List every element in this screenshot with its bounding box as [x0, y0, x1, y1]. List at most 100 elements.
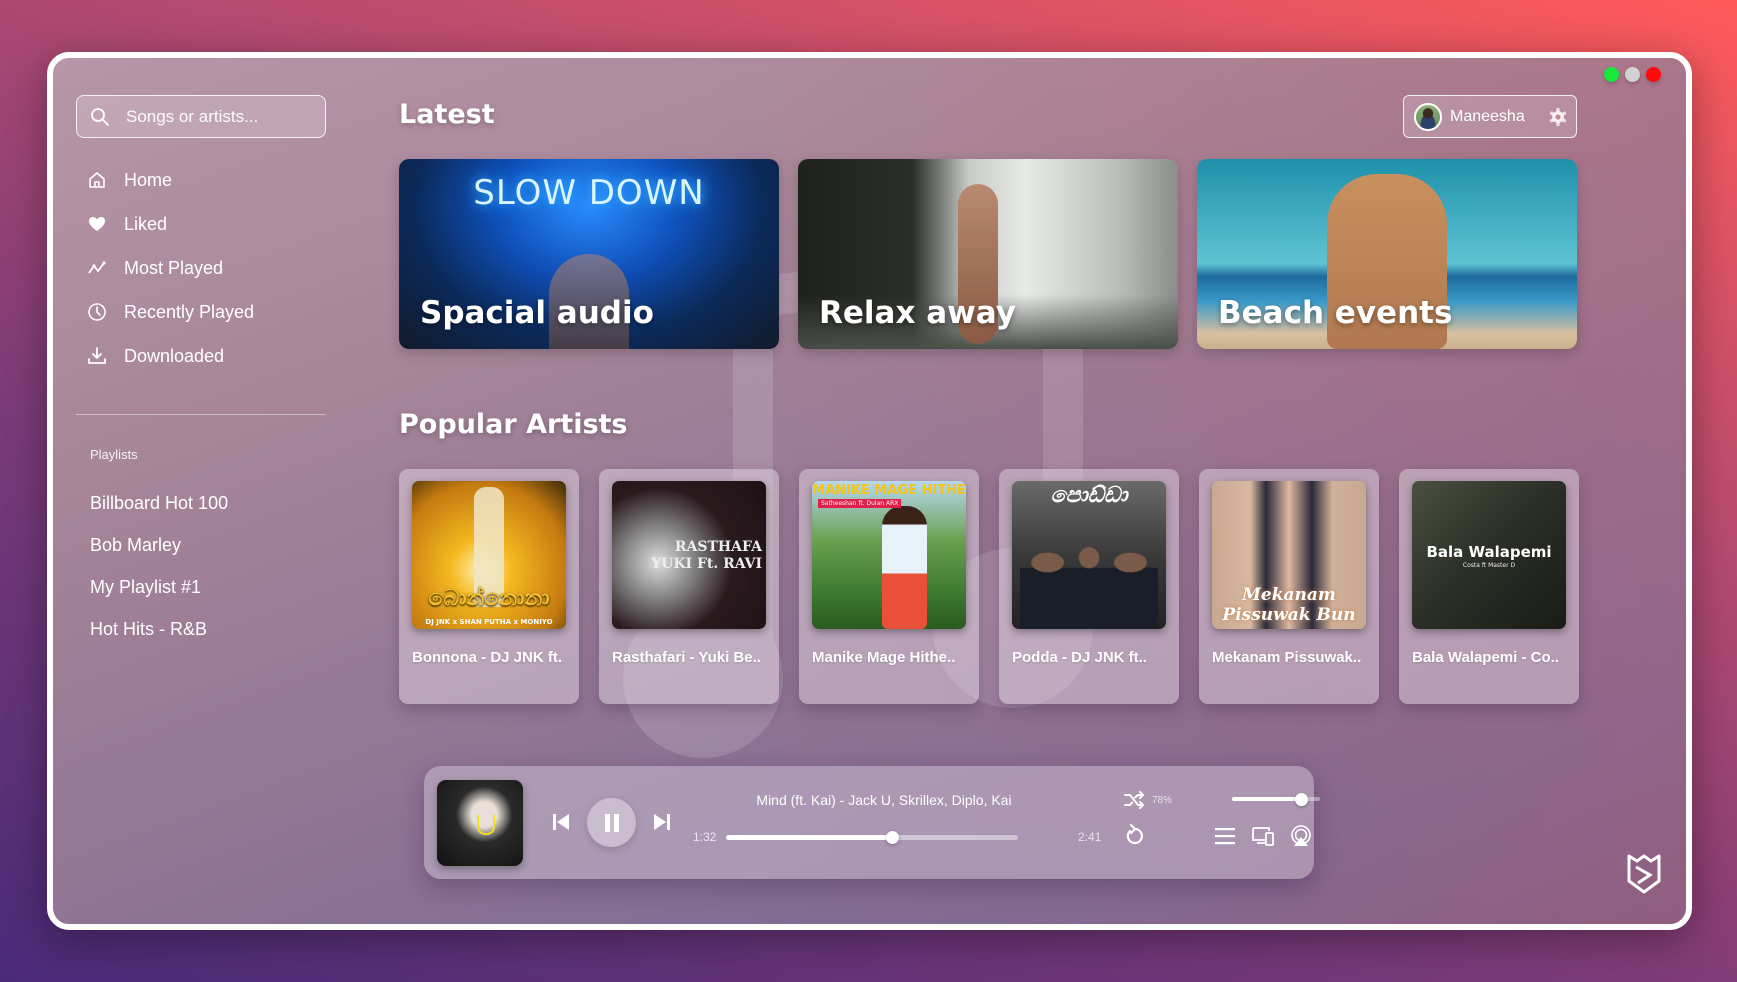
playlist-item[interactable]: Hot Hits - R&B [90, 608, 228, 650]
featured-card-title: Beach events [1218, 295, 1453, 331]
seek-progress [726, 835, 893, 840]
gear-icon[interactable] [1548, 107, 1568, 127]
airplay-button[interactable] [1290, 824, 1312, 848]
user-menu[interactable]: Maneesha [1403, 95, 1577, 138]
repeat-button[interactable] [1124, 823, 1146, 847]
brand-logo-icon [1627, 854, 1661, 894]
sidebar-item-recently-played[interactable]: Recently Played [87, 290, 254, 334]
now-playing-cover [437, 780, 523, 866]
latest-row: SLOW DOWN Spacial audio Relax away Beach… [399, 159, 1577, 349]
queue-button[interactable] [1213, 826, 1237, 846]
pause-icon [604, 813, 619, 832]
artist-card[interactable]: Bala Walapemi Costa ft Master D Bala Wal… [1399, 469, 1579, 704]
repeat-icon [1126, 824, 1143, 845]
search-input[interactable] [126, 106, 306, 127]
close-button[interactable] [1646, 67, 1661, 82]
sidebar-item-home[interactable]: Home [87, 158, 254, 202]
cover-subtext: DJ JNK x SHAN PUTHA x MONIYO [425, 618, 553, 626]
artist-card-title: Bonnona - DJ JNK ft. [412, 649, 562, 666]
cover-subtext: Costa ft Master D [1462, 562, 1516, 569]
search-icon [91, 107, 109, 126]
sidebar-item-most-played[interactable]: Most Played [87, 246, 254, 290]
playlists-header: Playlists [90, 447, 138, 462]
playlist-item[interactable]: Billboard Hot 100 [90, 482, 228, 524]
artist-card-title: Podda - DJ JNK ft.. [1012, 649, 1148, 666]
trending-icon [88, 261, 106, 274]
artist-card[interactable]: පොඩ්ඩා Podda - DJ JNK ft.. [999, 469, 1179, 704]
minimize-button[interactable] [1625, 67, 1640, 82]
popular-artists-heading: Popular Artists [399, 409, 628, 440]
now-playing-title: Mind (ft. Kai) - Jack U, Skrillex, Diplo… [756, 792, 1012, 808]
playlist-item[interactable]: Bob Marley [90, 524, 228, 566]
seek-handle[interactable] [886, 831, 900, 844]
total-time: 2:41 [1078, 830, 1102, 844]
album-cover: පොඩ්ඩා [1012, 481, 1166, 629]
card-art-text: SLOW DOWN [473, 173, 705, 213]
devices-icon [1252, 827, 1274, 846]
nav-label: Recently Played [124, 301, 255, 322]
search-box[interactable] [76, 95, 326, 138]
sidebar-nav: Home Liked Most Played Recently Played D… [87, 158, 254, 378]
previous-button[interactable] [550, 810, 572, 834]
seek-slider[interactable] [726, 831, 1018, 844]
avatar [1414, 102, 1442, 131]
album-cover: MANIKE MAGE HITHE Satheeshan ft. Dulan A… [812, 481, 966, 629]
volume-level [1232, 797, 1301, 801]
sidebar-item-downloaded[interactable]: Downloaded [87, 334, 254, 378]
cover-art [1020, 534, 1158, 629]
sidebar-item-liked[interactable]: Liked [87, 202, 254, 246]
featured-card[interactable]: Relax away [798, 159, 1178, 349]
next-button[interactable] [651, 810, 673, 834]
download-icon [88, 347, 106, 364]
artist-card-title: Mekanam Pissuwak.. [1212, 649, 1362, 666]
album-cover: RASTHAFA YUKI Ft. RAVI [612, 481, 766, 629]
cover-subtext: Satheeshan ft. Dulan ARX [818, 499, 902, 508]
user-name: Maneesha [1450, 107, 1525, 125]
heart-icon [89, 217, 105, 231]
nav-label: Liked [124, 213, 168, 234]
cover-text: Mekanam Pissuwak Bun [1222, 585, 1356, 625]
latest-heading: Latest [399, 99, 495, 130]
artist-card[interactable]: RASTHAFA YUKI Ft. RAVI Rasthafari - Yuki… [599, 469, 779, 704]
artist-card-title: Bala Walapemi - Co.. [1412, 649, 1559, 666]
artist-card[interactable]: බොන්නොනා DJ JNK x SHAN PUTHA x MONIYO Bo… [399, 469, 579, 704]
cover-text: RASTHAFA YUKI Ft. RAVI [651, 539, 762, 572]
current-time: 1:32 [693, 830, 717, 844]
volume-label: 78% [1152, 795, 1173, 806]
nav-label: Home [124, 169, 173, 190]
playlist-item[interactable]: My Playlist #1 [90, 566, 228, 608]
cover-text: බොන්නොනා [428, 586, 550, 611]
playlist-list: Billboard Hot 100 Bob Marley My Playlist… [90, 482, 228, 650]
window-controls [1604, 67, 1661, 82]
cover-art [882, 506, 927, 629]
featured-card-title: Relax away [819, 295, 1016, 331]
artist-card[interactable]: Mekanam Pissuwak Bun Mekanam Pissuwak.. [1199, 469, 1379, 704]
featured-card[interactable]: SLOW DOWN Spacial audio [399, 159, 779, 349]
featured-card-title: Spacial audio [420, 295, 654, 331]
album-cover: Mekanam Pissuwak Bun [1212, 481, 1366, 629]
devices-button[interactable] [1251, 825, 1275, 847]
artist-card-title: Rasthafari - Yuki Be.. [612, 649, 761, 666]
shuffle-button[interactable] [1123, 789, 1147, 811]
album-cover: Bala Walapemi Costa ft Master D [1412, 481, 1566, 629]
nav-label: Most Played [124, 257, 224, 278]
cover-text: Bala Walapemi [1426, 543, 1552, 561]
featured-card[interactable]: Beach events [1197, 159, 1577, 349]
play-pause-button[interactable] [587, 798, 636, 847]
popular-artists-row: බොන්නොනා DJ JNK x SHAN PUTHA x MONIYO Bo… [399, 469, 1579, 704]
volume-slider[interactable] [1232, 792, 1320, 806]
clock-icon [88, 303, 106, 321]
skip-next-icon [654, 814, 670, 830]
skip-previous-icon [553, 814, 569, 830]
maximize-button[interactable] [1604, 67, 1619, 82]
app-window: Home Liked Most Played Recently Played D… [47, 52, 1692, 930]
list-icon [1215, 828, 1235, 845]
airplay-icon [1291, 825, 1311, 846]
cover-text: MANIKE MAGE HITHE [812, 483, 966, 498]
cover-text: පොඩ්ඩා [1050, 483, 1128, 508]
volume-handle[interactable] [1294, 792, 1308, 806]
home-icon [89, 172, 105, 188]
artist-card[interactable]: MANIKE MAGE HITHE Satheeshan ft. Dulan A… [799, 469, 979, 704]
now-playing-bar: Mind (ft. Kai) - Jack U, Skrillex, Diplo… [424, 766, 1320, 879]
nav-label: Downloaded [124, 345, 225, 366]
